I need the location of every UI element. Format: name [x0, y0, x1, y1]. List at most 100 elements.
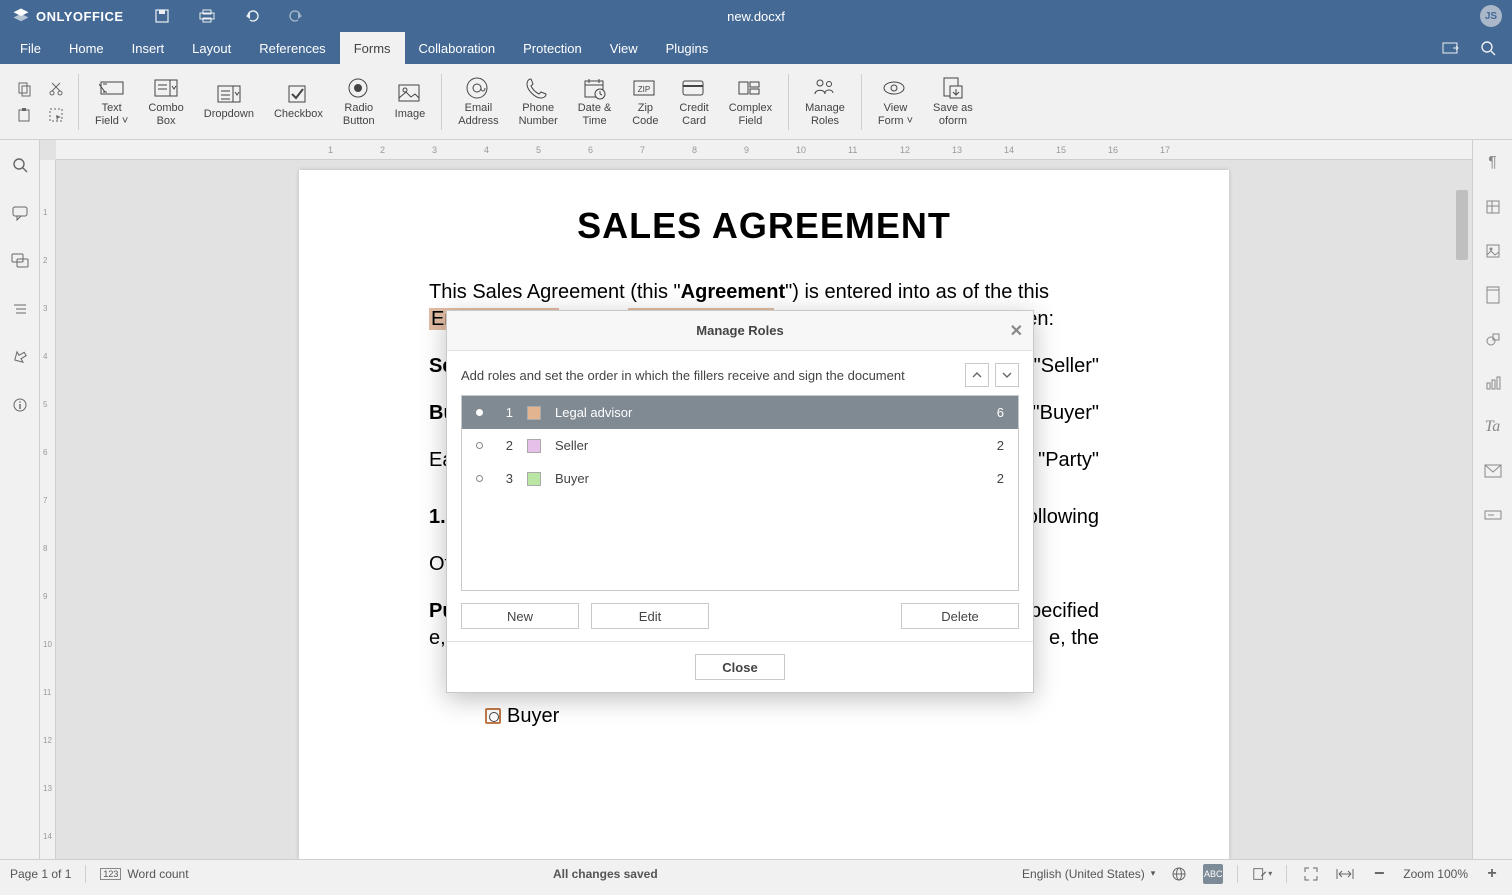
set-doc-language-icon[interactable] [1169, 864, 1189, 884]
save-icon[interactable] [154, 8, 170, 24]
tool-phone-number[interactable]: Phone Number [509, 68, 568, 136]
tool-date-time[interactable]: Date & Time [568, 68, 622, 136]
radio-button-icon [345, 76, 373, 100]
horizontal-ruler[interactable]: 1234567891011121314151617 [56, 140, 1472, 160]
undo-icon[interactable] [244, 8, 260, 24]
track-changes-icon[interactable]: ▾ [1252, 864, 1272, 884]
dialog-title: Manage Roles [696, 323, 783, 338]
fit-page-icon[interactable] [1301, 864, 1321, 884]
headings-icon[interactable] [9, 298, 31, 320]
combo-box-icon [152, 76, 180, 100]
page-indicator[interactable]: Page 1 of 1 [10, 867, 71, 881]
image-settings-icon[interactable] [1482, 240, 1504, 262]
move-role-down-button[interactable] [995, 363, 1019, 387]
vertical-scrollbar[interactable] [1456, 190, 1468, 260]
dialog-close-row: Close [447, 641, 1033, 692]
tool-complex-field[interactable]: Complex Field [719, 68, 782, 136]
tool-email-address[interactable]: Email Address [448, 68, 508, 136]
role-row[interactable]: 2Seller2 [462, 429, 1018, 462]
role-row[interactable]: 1Legal advisor6 [462, 396, 1018, 429]
cut-icon[interactable] [46, 79, 66, 99]
close-dialog-button[interactable]: Close [695, 654, 784, 680]
spellcheck-icon[interactable]: ABC [1203, 864, 1223, 884]
tool-credit-card[interactable]: Credit Card [669, 68, 718, 136]
menu-bar: FileHomeInsertLayoutReferencesFormsColla… [0, 32, 1512, 64]
sidebar-right: ¶ Ta [1472, 140, 1512, 859]
copy-icon[interactable] [14, 79, 34, 99]
dialog-description-row: Add roles and set the order in which the… [447, 351, 1033, 395]
date-time-icon [581, 76, 609, 100]
paragraph-icon[interactable]: ¶ [1482, 152, 1504, 174]
print-icon[interactable] [198, 8, 216, 24]
search-icon[interactable] [9, 154, 31, 176]
onlyoffice-icon [12, 7, 30, 25]
redo-icon[interactable] [288, 8, 304, 24]
menu-home[interactable]: Home [55, 32, 118, 64]
menu-insert[interactable]: Insert [118, 32, 179, 64]
dialog-close-icon[interactable]: ✕ [1010, 321, 1023, 341]
paste-icon[interactable] [14, 105, 34, 125]
language-selector[interactable]: English (United States)▾ [1022, 867, 1155, 881]
menu-collaboration[interactable]: Collaboration [405, 32, 510, 64]
move-role-up-button[interactable] [965, 363, 989, 387]
tool-manage-roles[interactable]: Manage Roles [795, 68, 855, 136]
dialog-button-row: New Edit Delete [447, 591, 1033, 641]
tool-combo-box[interactable]: Combo Box [138, 68, 193, 136]
clipboard-column [8, 79, 40, 125]
dropdown-icon [215, 82, 243, 106]
role-row[interactable]: 3Buyer2 [462, 462, 1018, 495]
fit-width-icon[interactable] [1335, 864, 1355, 884]
table-settings-icon[interactable] [1482, 196, 1504, 218]
menu-forms[interactable]: Forms [340, 32, 405, 64]
zoom-in-icon[interactable]: + [1482, 864, 1502, 884]
textart-icon[interactable]: Ta [1482, 416, 1504, 438]
menu-plugins[interactable]: Plugins [652, 32, 723, 64]
new-role-button[interactable]: New [461, 603, 579, 629]
form-settings-icon[interactable] [1482, 504, 1504, 526]
comments-icon[interactable] [9, 202, 31, 224]
app-name: ONLYOFFICE [36, 9, 124, 24]
radio-buyer[interactable]: Buyer [485, 703, 1099, 730]
menu-protection[interactable]: Protection [509, 32, 596, 64]
tool-save-as-oform[interactable]: Save as oform [923, 68, 983, 136]
user-avatar[interactable]: JS [1480, 5, 1502, 27]
edit-column [40, 79, 72, 125]
tool-view-form[interactable]: View Form ˅ [868, 68, 923, 136]
svg-text:ZIP: ZIP [638, 85, 650, 94]
menu-references[interactable]: References [245, 32, 339, 64]
tool-image[interactable]: Image [385, 68, 436, 136]
vertical-ruler[interactable]: 1234567891011121314 [40, 160, 56, 859]
edit-role-button[interactable]: Edit [591, 603, 709, 629]
chart-settings-icon[interactable] [1482, 372, 1504, 394]
menu-view[interactable]: View [596, 32, 652, 64]
tool-dropdown[interactable]: Dropdown [194, 68, 264, 136]
feedback-icon[interactable] [9, 346, 31, 368]
manage-roles-dialog: Manage Roles ✕ Add roles and set the ord… [446, 310, 1034, 693]
zip-code-icon: ZIP [631, 76, 659, 100]
dialog-title-bar[interactable]: Manage Roles ✕ [447, 311, 1033, 351]
mail-merge-icon[interactable] [1482, 460, 1504, 482]
open-location-icon[interactable] [1442, 40, 1460, 56]
menu-file[interactable]: File [6, 32, 55, 64]
about-icon[interactable] [9, 394, 31, 416]
roles-list: 1Legal advisor62Seller23Buyer2 [461, 395, 1019, 591]
zoom-level[interactable]: Zoom 100% [1403, 867, 1468, 881]
zoom-out-icon[interactable]: − [1369, 864, 1389, 884]
app-logo: ONLYOFFICE [0, 7, 124, 25]
text-field-icon [98, 76, 126, 100]
menubar-right [1442, 32, 1512, 64]
tool-text-field[interactable]: Text Field ˅ [85, 68, 138, 136]
header-footer-icon[interactable] [1482, 284, 1504, 306]
tool-radio-button[interactable]: Radio Button [333, 68, 385, 136]
tool-checkbox[interactable]: Checkbox [264, 68, 333, 136]
delete-role-button[interactable]: Delete [901, 603, 1019, 629]
menu-layout[interactable]: Layout [178, 32, 245, 64]
chat-icon[interactable] [9, 250, 31, 272]
phone-number-icon [524, 76, 552, 100]
find-icon[interactable] [1480, 40, 1496, 56]
word-count[interactable]: 123 Word count [100, 867, 188, 881]
select-icon[interactable] [46, 105, 66, 125]
shape-settings-icon[interactable] [1482, 328, 1504, 350]
tool-zip-code[interactable]: ZIPZip Code [621, 68, 669, 136]
quick-actions [154, 8, 304, 24]
